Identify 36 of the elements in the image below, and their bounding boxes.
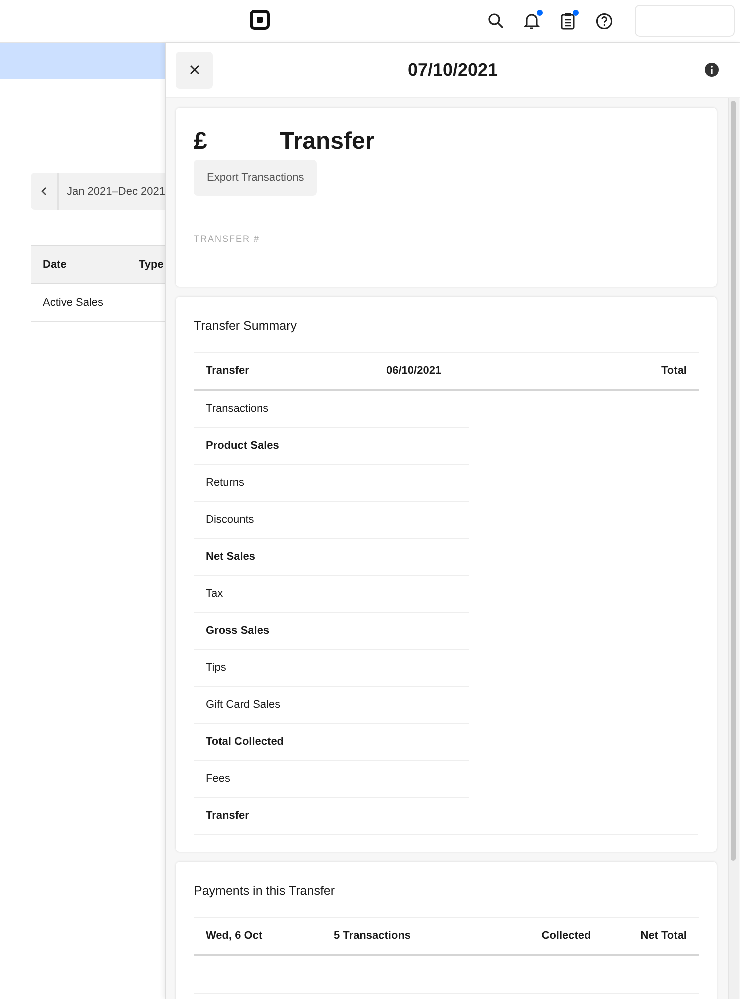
- column-header: Date: [42, 258, 68, 270]
- currency-symbol: £: [194, 128, 208, 156]
- summary-row-label: Net Sales: [194, 539, 469, 576]
- summary-row-label: Gift Card Sales: [194, 687, 469, 724]
- column-header: Transfer: [206, 365, 250, 377]
- column-header: 06/10/2021: [386, 365, 443, 377]
- card-title: Payments in this Transfer: [194, 883, 336, 900]
- date-range-label: Jan 2021–Dec 2021: [66, 186, 165, 198]
- column-header: 5 Transactions: [334, 930, 412, 942]
- close-button[interactable]: [176, 52, 213, 88]
- export-button[interactable]: Export Transactions: [194, 160, 318, 196]
- summary-row-label: Fees: [194, 761, 469, 798]
- column-header: Collected: [542, 930, 592, 942]
- summary-row-label: Transfer: [194, 798, 698, 835]
- summary-row-label: Gross Sales: [194, 613, 469, 650]
- summary-row-label: Tax: [194, 576, 469, 613]
- summary-row-label: Tips: [194, 650, 469, 687]
- transfer-number-label: TRANSFER #: [194, 234, 262, 244]
- summary-row-label: Product Sales: [194, 428, 469, 465]
- scrollbar[interactable]: [728, 98, 739, 999]
- summary-row-label: Total Collected: [194, 724, 469, 761]
- summary-row-label: Discounts: [194, 502, 469, 539]
- date-range-picker[interactable]: Jan 2021–Dec 2021: [31, 173, 165, 210]
- logo-icon[interactable]: [250, 10, 270, 30]
- column-header: Type: [139, 258, 164, 270]
- close-icon: [190, 65, 200, 75]
- column-header: Wed, 6 Oct: [206, 930, 264, 942]
- bell-icon[interactable]: [521, 10, 543, 32]
- summary-row-label: Transactions: [194, 391, 469, 428]
- column-header: Net Total: [640, 930, 687, 942]
- column-header: Total: [660, 365, 687, 377]
- panel-title: 07/10/2021: [406, 60, 500, 80]
- info-icon[interactable]: [705, 63, 719, 77]
- summary-row-label: Returns: [194, 465, 469, 502]
- transfer-heading: Transfer: [280, 128, 375, 156]
- card-title: Transfer Summary: [194, 318, 298, 335]
